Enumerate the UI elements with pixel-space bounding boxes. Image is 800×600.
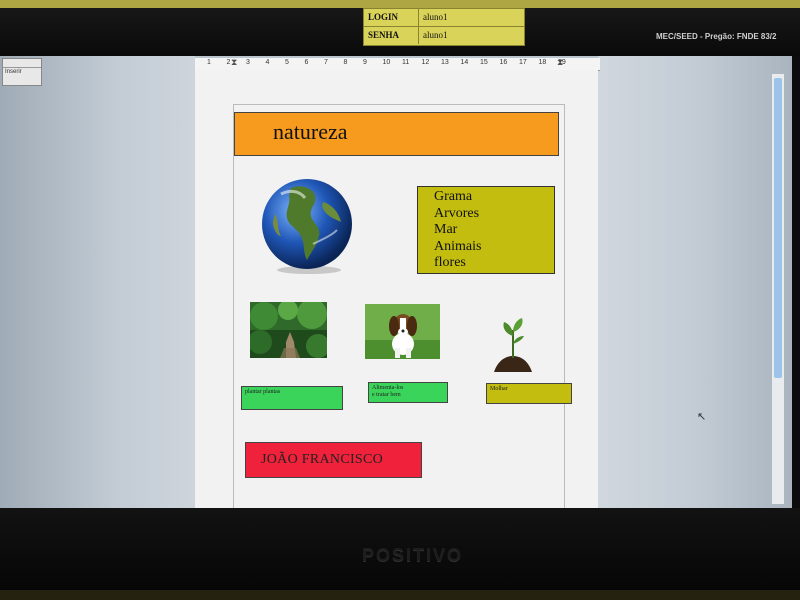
ruler-tick-label: 14: [460, 59, 469, 66]
ruler-tick-label: 8: [343, 59, 348, 66]
login-label: LOGIN: [364, 9, 419, 26]
program-brand-text: MEC/SEED - Pregão: FNDE 83/2: [656, 32, 777, 41]
caption-plantar[interactable]: plantar plantas: [241, 386, 343, 410]
workspace-left: [0, 56, 195, 508]
ruler-tick-label: 4: [265, 59, 270, 66]
ruler-tick-label: 2: [226, 59, 231, 66]
desktop-yellow-strip: [0, 0, 800, 8]
earth-globe-image[interactable]: [261, 174, 353, 274]
ruler-tick-label: 1: [207, 59, 211, 66]
beagle-dog-image[interactable]: [365, 304, 440, 359]
ruler-tick-label: 19: [558, 59, 566, 66]
caption-alimentar-line2: e tratar bem: [372, 392, 401, 398]
style-dropdown-label: Inserir: [5, 69, 22, 75]
ruler-tick-label: 9: [363, 59, 367, 66]
login-value: aluno1: [423, 12, 448, 22]
title-textbox[interactable]: natureza: [234, 112, 559, 156]
ruler-tick-label: 7: [324, 59, 328, 66]
nature-list-item: flores: [434, 255, 466, 270]
author-name-textbox[interactable]: JOÃO FRANCISCO: [245, 442, 422, 478]
ruler-tick-label: 3: [246, 59, 250, 66]
senha-label: SENHA: [364, 27, 419, 44]
desk-reflection: [0, 590, 800, 600]
ruler-tick-label: 16: [499, 59, 508, 66]
caption-molhar-text: Molhar: [490, 386, 508, 392]
ruler-tick-label: 17: [519, 59, 527, 66]
caption-alimentar[interactable]: Alimenta-los e tratar bem: [368, 382, 448, 403]
ruler-tick-label: 6: [304, 59, 309, 66]
nature-list-item: Mar: [434, 222, 458, 237]
caption-alimentar-line1: Alimenta-los: [372, 385, 404, 391]
caption-plantar-text: plantar plantas: [245, 389, 281, 395]
ruler-tick-label: 5: [285, 59, 289, 66]
document-page[interactable]: natureza Grama Arvores Mar Animais flores: [195, 70, 598, 508]
senha-row: SENHA aluno1: [364, 27, 524, 44]
monitor-brand-logo: POSITIVO: [362, 545, 464, 565]
nature-list-item: Animais: [434, 238, 482, 254]
mouse-pointer-icon: ↖: [697, 410, 707, 423]
style-dropdown-header: [3, 59, 41, 68]
caption-molhar[interactable]: Molhar: [486, 383, 572, 404]
nature-list-textbox[interactable]: Grama Arvores Mar Animais flores: [417, 186, 555, 274]
author-name: JOÃO FRANCISCO: [261, 452, 384, 467]
senha-value: aluno1: [423, 30, 448, 40]
vertical-scrollbar[interactable]: [772, 74, 784, 504]
nature-list-item: Arvores: [434, 205, 480, 221]
document-title: natureza: [273, 119, 348, 144]
scrollbar-thumb[interactable]: [774, 78, 782, 378]
nature-list-item: Grama: [434, 189, 473, 204]
style-dropdown[interactable]: Inserir: [2, 58, 42, 86]
ruler-tick-label: 11: [402, 59, 410, 66]
monitor-screen: Inserir ⧗ ⧗ 1 2 3 4 5 6 7 8 9 10 11 12 13 14 15 16 17 18 1…: [0, 56, 792, 508]
workspace-right: [598, 56, 792, 508]
seedling-image[interactable]: [490, 314, 536, 372]
ruler-tick-label: 15: [480, 59, 488, 66]
ruler-tick-label: 18: [538, 59, 547, 66]
indent-marker-icon[interactable]: ⧗: [231, 58, 237, 68]
forest-path-image[interactable]: [250, 302, 327, 358]
ruler-tick-label: 13: [441, 59, 449, 66]
ruler-tick-label: 12: [421, 59, 430, 66]
login-overlay: LOGIN aluno1 SENHA aluno1: [363, 8, 525, 46]
ruler-tick-label: 10: [382, 59, 391, 66]
login-row: LOGIN aluno1: [364, 9, 524, 27]
